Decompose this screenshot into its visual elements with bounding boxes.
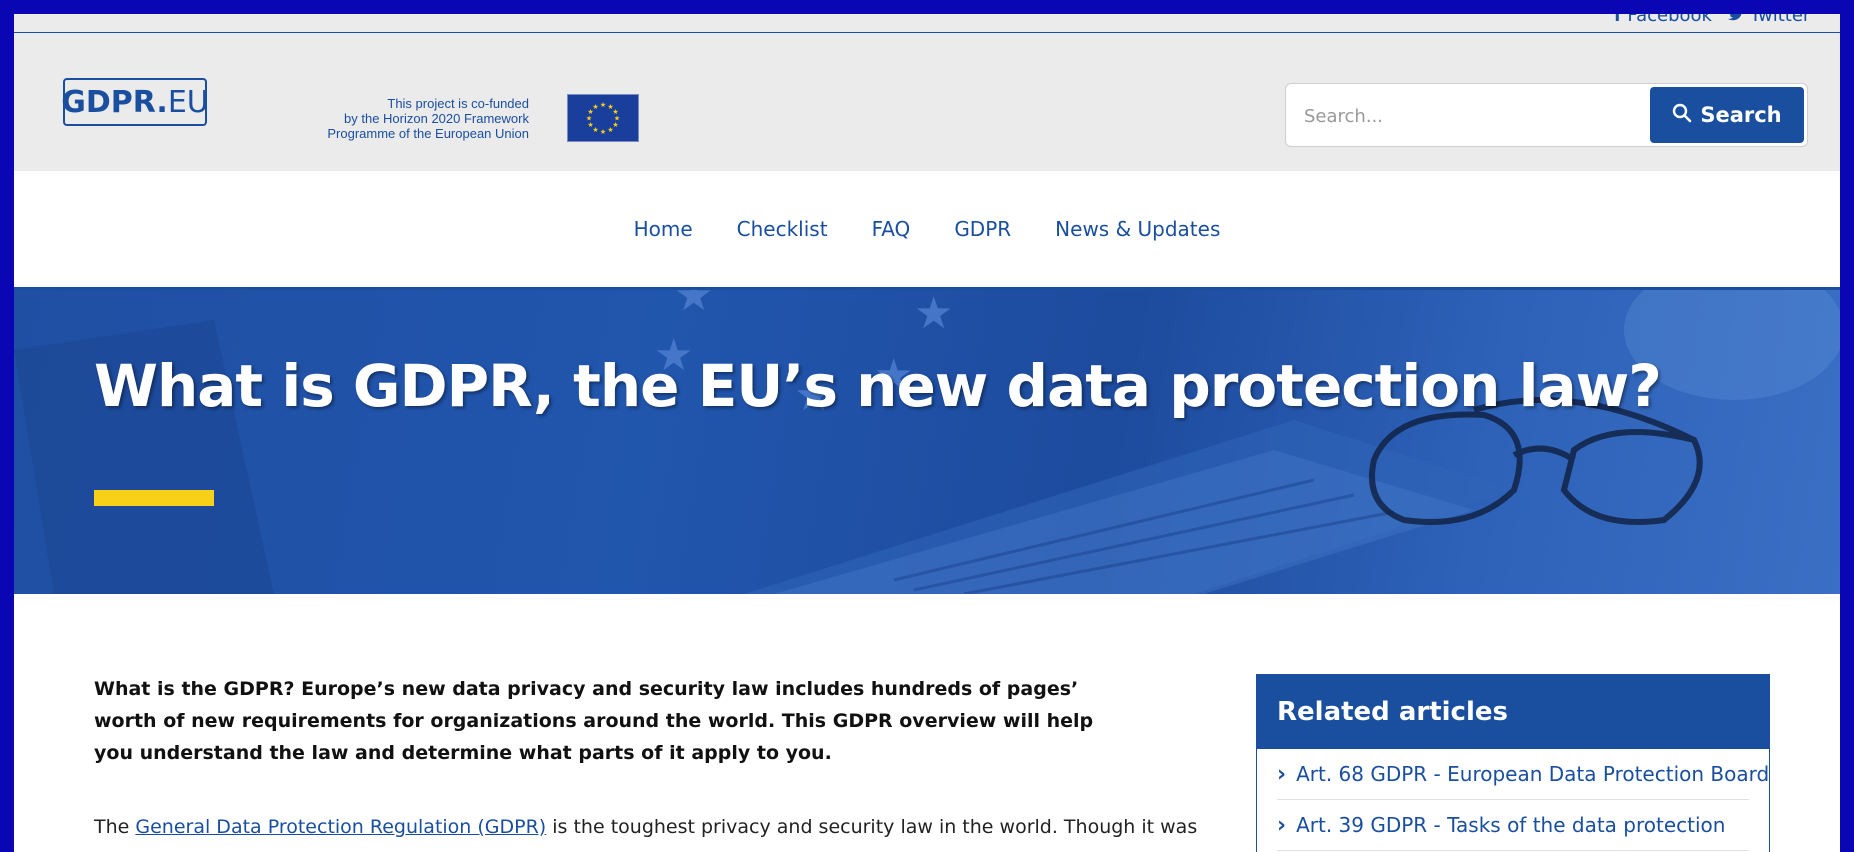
page: f Facebook Twitter GDPR. EU This project … — [14, 14, 1840, 852]
search-icon — [1672, 103, 1692, 128]
facebook-icon: f — [1614, 14, 1622, 26]
nav-item-home[interactable]: Home — [634, 217, 693, 241]
chevron-right-icon: › — [1277, 812, 1287, 838]
intro-summary: What is the GDPR? Europe’s new data priv… — [94, 678, 1094, 764]
related-articles-panel: Related articles › Art. 68 GDPR - Europe… — [1256, 674, 1770, 852]
related-article-link[interactable]: › Art. 39 GDPR - Tasks of the data prote… — [1277, 800, 1749, 851]
svg-text:★: ★ — [600, 101, 606, 109]
svg-text:★: ★ — [674, 290, 713, 321]
logo-bold-text: GDPR. — [61, 84, 168, 120]
cofund-line-3: Programme of the European Union — [327, 126, 529, 141]
nav-item-gdpr[interactable]: GDPR — [954, 217, 1011, 241]
svg-text:★: ★ — [600, 128, 606, 136]
body-prefix: The — [94, 816, 136, 838]
related-article-link[interactable]: › Art. 68 GDPR - European Data Protectio… — [1277, 749, 1769, 800]
nav-item-checklist[interactable]: Checklist — [737, 217, 828, 241]
top-social-strip: f Facebook Twitter — [14, 14, 1840, 33]
logo-thin-text: EU — [167, 84, 209, 120]
page-title: What is GDPR, the EU’s new data protecti… — [94, 352, 1662, 420]
related-articles-heading: Related articles — [1257, 675, 1769, 749]
nav-item-news-updates[interactable]: News & Updates — [1055, 217, 1220, 241]
nav-item-faq[interactable]: FAQ — [872, 217, 911, 241]
body-paragraph: The General Data Protection Regulation (… — [94, 811, 1198, 843]
twitter-label: Twitter — [1750, 14, 1811, 26]
svg-text:★: ★ — [592, 103, 598, 111]
site-header: GDPR. EU This project is co-funded by the… — [14, 33, 1840, 171]
gdpr-regulation-link[interactable]: General Data Protection Regulation (GDPR… — [135, 816, 546, 838]
search-box: Search — [1285, 83, 1808, 147]
chevron-right-icon: › — [1277, 761, 1287, 787]
facebook-link[interactable]: f Facebook — [1614, 14, 1712, 26]
svg-text:★: ★ — [914, 290, 953, 339]
svg-text:★: ★ — [607, 126, 613, 134]
cofund-line-2: by the Horizon 2020 Framework — [344, 111, 529, 126]
main-nav: Home Checklist FAQ GDPR News & Updates — [14, 171, 1840, 290]
body-suffix: is the toughest privacy and security law… — [546, 816, 1198, 838]
cofund-line-1: This project is co-funded — [387, 96, 529, 111]
search-input[interactable] — [1292, 90, 1666, 142]
hero-background-image: ★ ★ ★ ★ ★ — [14, 290, 1840, 594]
related-article-title: Art. 39 GDPR - Tasks of the data protect… — [1296, 813, 1726, 837]
cofund-notice: This project is co-funded by the Horizon… — [314, 96, 529, 141]
facebook-label: Facebook — [1627, 14, 1712, 26]
search-button-label: Search — [1700, 103, 1782, 127]
hero-banner: ★ ★ ★ ★ ★ What is GDPR, the EU’s new dat… — [14, 290, 1840, 594]
twitter-link[interactable]: Twitter — [1728, 14, 1810, 26]
twitter-icon — [1728, 14, 1744, 26]
related-article-title: Art. 68 GDPR - European Data Protection … — [1296, 762, 1770, 786]
eu-flag-icon: ★ ★ ★ ★ ★ ★ ★ ★ ★ ★ ★ ★ — [567, 94, 639, 142]
gdpr-eu-logo[interactable]: GDPR. EU — [61, 78, 209, 126]
search-button[interactable]: Search — [1650, 87, 1804, 143]
title-accent-bar — [94, 490, 214, 506]
